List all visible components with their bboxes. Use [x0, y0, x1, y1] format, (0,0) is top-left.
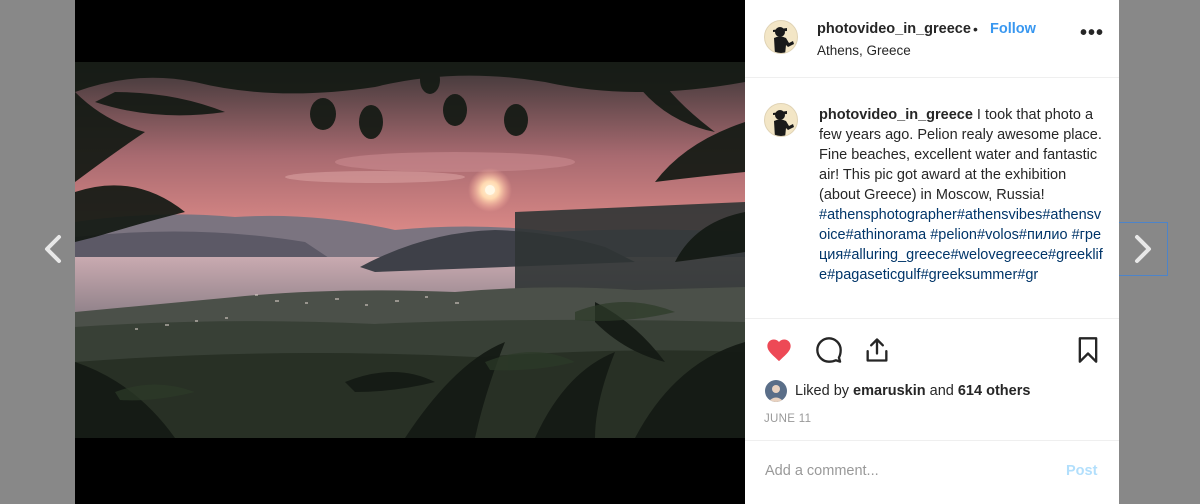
- post-location[interactable]: Athens, Greece: [817, 43, 911, 58]
- author-username[interactable]: photovideo_in_greece: [817, 21, 971, 37]
- post-caption: photovideo_in_greece I took that photo a…: [819, 105, 1107, 285]
- post-photo[interactable]: [75, 0, 745, 504]
- share-icon[interactable]: [863, 336, 891, 364]
- post-sidebar: photovideo_in_greece • Follow Athens, Gr…: [745, 0, 1119, 504]
- post-comment-button[interactable]: Post: [1066, 463, 1097, 479]
- likes-summary: Liked by emaruskin and 614 others: [765, 380, 1030, 402]
- person-icon: [768, 385, 784, 402]
- post-date[interactable]: JUNE 11: [764, 413, 811, 425]
- likes-connector: and: [929, 383, 954, 399]
- comment-input[interactable]: Add a comment...: [765, 463, 879, 479]
- sunset-landscape-photo: [75, 62, 745, 438]
- chevron-left-icon: [45, 235, 61, 263]
- action-bar: [745, 336, 1119, 372]
- liker-avatar[interactable]: [765, 380, 787, 402]
- photographer-silhouette-icon: [773, 27, 794, 53]
- author-avatar[interactable]: [764, 20, 798, 54]
- post-header: photovideo_in_greece • Follow Athens, Gr…: [745, 0, 1119, 78]
- post-modal: photovideo_in_greece • Follow Athens, Gr…: [75, 0, 1119, 504]
- comments-section[interactable]: photovideo_in_greece I took that photo a…: [745, 79, 1119, 319]
- caption-author-avatar[interactable]: [764, 103, 798, 137]
- add-comment-bar: Add a comment... Post: [745, 440, 1119, 504]
- likes-others-count[interactable]: 614 others: [958, 383, 1031, 399]
- likes-prefix: Liked by: [795, 383, 850, 399]
- bookmark-icon[interactable]: [1074, 336, 1102, 364]
- chevron-right-icon: [1135, 235, 1151, 263]
- heart-icon[interactable]: [765, 336, 793, 364]
- follow-button[interactable]: Follow: [990, 21, 1036, 37]
- previous-post-button[interactable]: [28, 222, 78, 276]
- caption-hashtags[interactable]: #athensphotographer#athensvibes#athensvo…: [819, 207, 1103, 283]
- photographer-silhouette-icon: [773, 110, 794, 136]
- liker-username[interactable]: emaruskin: [853, 383, 926, 399]
- comment-icon[interactable]: [815, 336, 843, 364]
- separator-dot: •: [973, 21, 978, 37]
- caption-username[interactable]: photovideo_in_greece: [819, 107, 973, 123]
- next-post-button[interactable]: [1118, 222, 1168, 276]
- more-options-icon[interactable]: •••: [1080, 23, 1104, 43]
